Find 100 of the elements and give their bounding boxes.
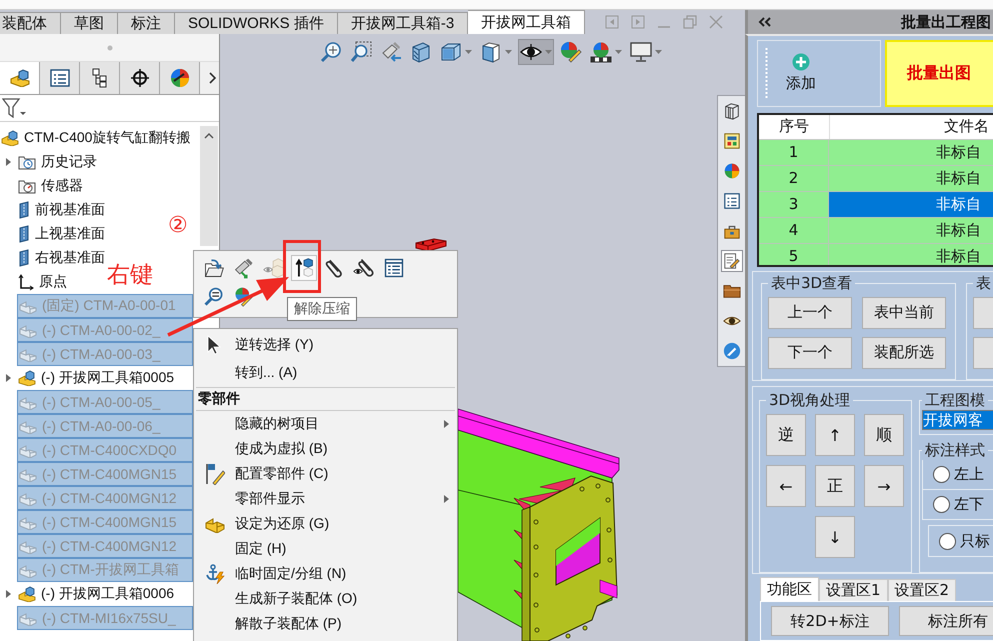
panel-tab[interactable] bbox=[120, 62, 160, 94]
step-number: ② bbox=[168, 214, 188, 236]
tree-item[interactable]: 前视基准面 bbox=[17, 198, 107, 222]
color-ball-icon bbox=[170, 68, 190, 88]
menu-item[interactable]: 使成为虚拟 (B) bbox=[194, 436, 457, 461]
view-angle-button[interactable]: 正 bbox=[815, 465, 855, 507]
view-angle-button[interactable]: 逆 bbox=[766, 414, 806, 456]
anchor-bolt-icon bbox=[204, 564, 224, 584]
view-button[interactable]: 装配所选 bbox=[862, 336, 946, 369]
tree-item[interactable]: 传感器 bbox=[17, 174, 85, 198]
tab[interactable]: 功能区 bbox=[760, 577, 819, 601]
cursor-icon bbox=[206, 335, 224, 355]
group-title: 工程图模 bbox=[924, 391, 986, 410]
radio-button[interactable] bbox=[939, 532, 956, 550]
view-button[interactable]: 表中当前 bbox=[862, 296, 946, 329]
action-button[interactable]: 标注所有 bbox=[899, 606, 993, 636]
dropdown-caret-icon[interactable] bbox=[505, 50, 512, 54]
document-tab[interactable]: 草图 bbox=[61, 12, 118, 34]
monitor-icon[interactable] bbox=[630, 41, 652, 63]
tree-item[interactable]: 历史记录 bbox=[17, 150, 99, 174]
document-pencil-icon[interactable] bbox=[720, 250, 742, 272]
document-tab[interactable]: SOLIDWORKS 插件 bbox=[175, 12, 338, 34]
view-button[interactable]: 下一个 bbox=[768, 336, 852, 369]
dropdown-caret-icon[interactable] bbox=[615, 50, 622, 54]
highlight-frame bbox=[283, 240, 321, 293]
panel-tab[interactable] bbox=[0, 62, 40, 94]
view-angle-button[interactable]: ↓ bbox=[815, 516, 855, 558]
tab[interactable]: 设置区1 bbox=[819, 579, 888, 601]
document-tab[interactable]: 装配体 bbox=[0, 12, 61, 34]
handle-dot-icon[interactable] bbox=[106, 44, 112, 50]
tree-item[interactable]: (-) 开拔网工具箱0006 bbox=[17, 582, 176, 606]
expand-arrow-icon[interactable] bbox=[6, 590, 11, 598]
dropdown-caret-icon[interactable] bbox=[465, 50, 472, 54]
panel-tab[interactable] bbox=[40, 62, 80, 94]
tab[interactable]: 设置区2 bbox=[888, 579, 956, 601]
table-cell: 5 bbox=[759, 244, 829, 265]
view-angle-button[interactable]: ↑ bbox=[815, 414, 855, 456]
scrollbar[interactable] bbox=[200, 126, 218, 246]
document-tab[interactable]: 开拔网工具箱-3 bbox=[338, 12, 468, 34]
panel-tab[interactable] bbox=[80, 62, 120, 94]
radio-button[interactable] bbox=[933, 496, 950, 513]
eye-icon[interactable] bbox=[520, 41, 542, 63]
menu-item[interactable]: 临时固定/分组 (N) bbox=[194, 561, 457, 586]
menu-item[interactable]: 零部件显示 bbox=[194, 486, 457, 511]
view-angle-button[interactable]: → bbox=[864, 465, 904, 507]
folder-clock-icon bbox=[18, 154, 36, 170]
plane-icon bbox=[18, 225, 30, 243]
folder-gauge-icon bbox=[18, 178, 36, 194]
axes-icon bbox=[18, 274, 34, 290]
configuration-tree-icon bbox=[92, 68, 108, 88]
plane-icon bbox=[18, 201, 30, 219]
table-cell[interactable]: 非标自 bbox=[829, 192, 993, 218]
table-cell[interactable]: 非标自 bbox=[829, 218, 993, 244]
table-cell[interactable]: 非标自 bbox=[829, 166, 993, 192]
option-label: 左下 bbox=[954, 495, 984, 514]
toolbar-button[interactable] bbox=[518, 39, 554, 65]
menu-item[interactable]: 隐藏的树项目 bbox=[194, 411, 457, 436]
group-title: 3D视角处理 bbox=[768, 391, 852, 410]
option-label: 只标 bbox=[960, 532, 990, 550]
menu-item[interactable]: 逆转选择 (Y) bbox=[194, 331, 457, 359]
add-button[interactable]: 添加 bbox=[782, 53, 820, 94]
flag-pencil-icon bbox=[204, 462, 224, 484]
table-cell: 3 bbox=[759, 192, 829, 218]
menu-item[interactable]: 设定为还原 (G) bbox=[194, 511, 457, 536]
plus-circle-icon bbox=[792, 53, 810, 72]
menu-item[interactable]: 转到... (A) bbox=[194, 359, 457, 387]
action-button[interactable]: 转2D+标注 bbox=[771, 606, 889, 636]
dropdown-caret-icon[interactable] bbox=[655, 50, 662, 54]
menu-item[interactable]: 解散子装配体 (P) bbox=[194, 611, 457, 636]
menu-item[interactable]: 固定 (H) bbox=[194, 536, 457, 561]
submenu-arrow-icon bbox=[444, 494, 449, 502]
cube-icon[interactable] bbox=[440, 41, 462, 63]
filter-icon[interactable] bbox=[2, 98, 26, 118]
tree-item[interactable]: CTM-C400旋转气缸翻转搬 bbox=[0, 126, 192, 150]
tree-item[interactable]: 原点 bbox=[17, 270, 69, 294]
document-tab[interactable]: 开拔网工具箱 bbox=[468, 10, 586, 34]
double-chevron-left-icon[interactable] bbox=[758, 17, 772, 27]
panel-tab[interactable] bbox=[160, 62, 200, 94]
scroll-up-icon[interactable] bbox=[204, 133, 214, 139]
batch-drawing-button[interactable]: 批量出图 bbox=[885, 40, 993, 107]
tree-item[interactable]: (-) 开拔网工具箱0005 bbox=[17, 366, 176, 390]
menu-item[interactable]: 配置零部件 (C) bbox=[194, 461, 457, 486]
view-angle-button[interactable]: 顺 bbox=[864, 414, 904, 456]
table-cell[interactable]: 非标自 bbox=[829, 140, 993, 166]
template-field[interactable]: 开拔网客 bbox=[922, 410, 993, 430]
menu-item[interactable]: 生成新子装配体 (O) bbox=[194, 586, 457, 611]
chevron-right-icon[interactable] bbox=[209, 72, 216, 84]
expand-arrow-icon[interactable] bbox=[6, 158, 11, 166]
table-cell[interactable]: 非标自 bbox=[829, 244, 993, 265]
expand-arrow-icon[interactable] bbox=[6, 374, 11, 382]
shaded-cube-icon[interactable] bbox=[480, 41, 502, 63]
arrow-cubes-icon[interactable] bbox=[291, 255, 317, 281]
grip-icon[interactable] bbox=[765, 48, 768, 98]
color-ball-checker-icon[interactable] bbox=[590, 41, 612, 63]
document-tab[interactable]: 标注 bbox=[118, 12, 175, 34]
view-button[interactable]: 上一个 bbox=[768, 296, 852, 329]
tree-item[interactable]: 右视基准面 bbox=[17, 246, 107, 270]
view-angle-button[interactable]: ← bbox=[766, 465, 806, 507]
tree-item[interactable]: 上视基准面 bbox=[17, 222, 107, 246]
radio-button[interactable] bbox=[933, 466, 950, 483]
